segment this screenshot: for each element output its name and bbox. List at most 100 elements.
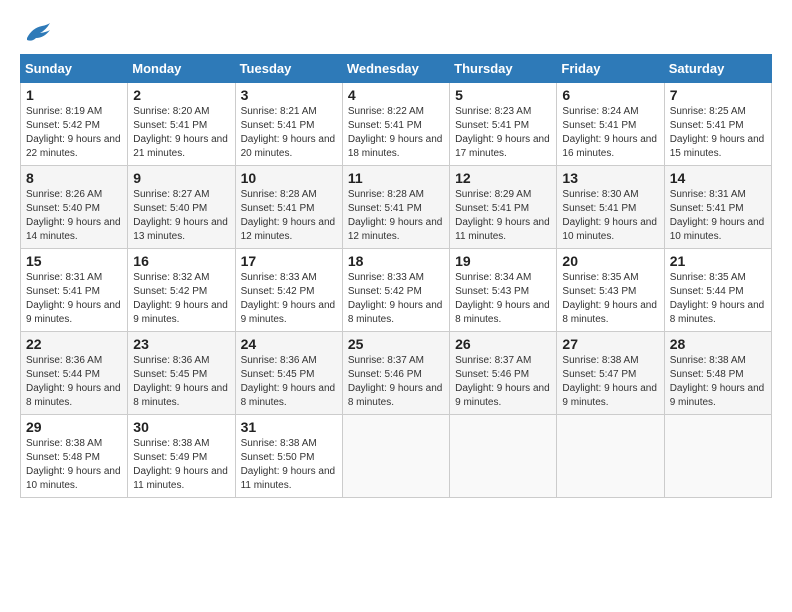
day-info: Sunrise: 8:24 AMSunset: 5:41 PMDaylight:…: [562, 106, 657, 159]
week-row-5: 29 Sunrise: 8:38 AMSunset: 5:48 PMDaylig…: [21, 415, 772, 498]
calendar-cell: 29 Sunrise: 8:38 AMSunset: 5:48 PMDaylig…: [21, 415, 128, 498]
day-number: 3: [241, 87, 337, 103]
day-info: Sunrise: 8:30 AMSunset: 5:41 PMDaylight:…: [562, 189, 657, 242]
col-header-saturday: Saturday: [664, 55, 771, 83]
day-number: 12: [455, 170, 551, 186]
week-row-2: 8 Sunrise: 8:26 AMSunset: 5:40 PMDayligh…: [21, 166, 772, 249]
day-number: 4: [348, 87, 444, 103]
day-info: Sunrise: 8:28 AMSunset: 5:41 PMDaylight:…: [348, 189, 443, 242]
calendar-cell: 9 Sunrise: 8:27 AMSunset: 5:40 PMDayligh…: [128, 166, 235, 249]
header: [20, 20, 772, 44]
day-info: Sunrise: 8:23 AMSunset: 5:41 PMDaylight:…: [455, 106, 550, 159]
calendar-cell: 3 Sunrise: 8:21 AMSunset: 5:41 PMDayligh…: [235, 83, 342, 166]
day-number: 5: [455, 87, 551, 103]
day-number: 16: [133, 253, 229, 269]
day-number: 17: [241, 253, 337, 269]
week-row-1: 1 Sunrise: 8:19 AMSunset: 5:42 PMDayligh…: [21, 83, 772, 166]
day-number: 13: [562, 170, 658, 186]
col-header-monday: Monday: [128, 55, 235, 83]
day-number: 26: [455, 336, 551, 352]
day-info: Sunrise: 8:27 AMSunset: 5:40 PMDaylight:…: [133, 189, 228, 242]
calendar-cell: 26 Sunrise: 8:37 AMSunset: 5:46 PMDaylig…: [450, 332, 557, 415]
day-number: 19: [455, 253, 551, 269]
calendar-cell: 13 Sunrise: 8:30 AMSunset: 5:41 PMDaylig…: [557, 166, 664, 249]
day-info: Sunrise: 8:21 AMSunset: 5:41 PMDaylight:…: [241, 106, 336, 159]
calendar-cell: 12 Sunrise: 8:29 AMSunset: 5:41 PMDaylig…: [450, 166, 557, 249]
calendar-cell: 2 Sunrise: 8:20 AMSunset: 5:41 PMDayligh…: [128, 83, 235, 166]
day-number: 27: [562, 336, 658, 352]
calendar-cell: 31 Sunrise: 8:38 AMSunset: 5:50 PMDaylig…: [235, 415, 342, 498]
calendar-cell: 25 Sunrise: 8:37 AMSunset: 5:46 PMDaylig…: [342, 332, 449, 415]
day-number: 2: [133, 87, 229, 103]
day-info: Sunrise: 8:29 AMSunset: 5:41 PMDaylight:…: [455, 189, 550, 242]
day-info: Sunrise: 8:34 AMSunset: 5:43 PMDaylight:…: [455, 272, 550, 325]
day-info: Sunrise: 8:31 AMSunset: 5:41 PMDaylight:…: [670, 189, 765, 242]
logo-bird-icon: [22, 20, 52, 44]
day-number: 10: [241, 170, 337, 186]
calendar-cell: 27 Sunrise: 8:38 AMSunset: 5:47 PMDaylig…: [557, 332, 664, 415]
calendar-cell: [342, 415, 449, 498]
day-number: 23: [133, 336, 229, 352]
day-number: 30: [133, 419, 229, 435]
day-number: 15: [26, 253, 122, 269]
day-number: 6: [562, 87, 658, 103]
day-info: Sunrise: 8:26 AMSunset: 5:40 PMDaylight:…: [26, 189, 121, 242]
day-info: Sunrise: 8:38 AMSunset: 5:48 PMDaylight:…: [670, 355, 765, 408]
day-info: Sunrise: 8:38 AMSunset: 5:47 PMDaylight:…: [562, 355, 657, 408]
calendar-cell: 20 Sunrise: 8:35 AMSunset: 5:43 PMDaylig…: [557, 249, 664, 332]
calendar-cell: 5 Sunrise: 8:23 AMSunset: 5:41 PMDayligh…: [450, 83, 557, 166]
calendar-cell: 30 Sunrise: 8:38 AMSunset: 5:49 PMDaylig…: [128, 415, 235, 498]
calendar-cell: 24 Sunrise: 8:36 AMSunset: 5:45 PMDaylig…: [235, 332, 342, 415]
col-header-sunday: Sunday: [21, 55, 128, 83]
calendar-header-row: SundayMondayTuesdayWednesdayThursdayFrid…: [21, 55, 772, 83]
calendar-cell: 8 Sunrise: 8:26 AMSunset: 5:40 PMDayligh…: [21, 166, 128, 249]
day-number: 25: [348, 336, 444, 352]
calendar-cell: 6 Sunrise: 8:24 AMSunset: 5:41 PMDayligh…: [557, 83, 664, 166]
calendar-cell: [664, 415, 771, 498]
day-info: Sunrise: 8:32 AMSunset: 5:42 PMDaylight:…: [133, 272, 228, 325]
day-number: 22: [26, 336, 122, 352]
calendar-cell: 23 Sunrise: 8:36 AMSunset: 5:45 PMDaylig…: [128, 332, 235, 415]
day-number: 21: [670, 253, 766, 269]
day-info: Sunrise: 8:28 AMSunset: 5:41 PMDaylight:…: [241, 189, 336, 242]
calendar-cell: 21 Sunrise: 8:35 AMSunset: 5:44 PMDaylig…: [664, 249, 771, 332]
calendar-cell: 1 Sunrise: 8:19 AMSunset: 5:42 PMDayligh…: [21, 83, 128, 166]
day-info: Sunrise: 8:36 AMSunset: 5:45 PMDaylight:…: [241, 355, 336, 408]
calendar-cell: [450, 415, 557, 498]
day-info: Sunrise: 8:33 AMSunset: 5:42 PMDaylight:…: [348, 272, 443, 325]
day-number: 8: [26, 170, 122, 186]
day-number: 9: [133, 170, 229, 186]
day-info: Sunrise: 8:38 AMSunset: 5:49 PMDaylight:…: [133, 438, 228, 491]
calendar-cell: 11 Sunrise: 8:28 AMSunset: 5:41 PMDaylig…: [342, 166, 449, 249]
calendar-cell: 14 Sunrise: 8:31 AMSunset: 5:41 PMDaylig…: [664, 166, 771, 249]
day-info: Sunrise: 8:35 AMSunset: 5:44 PMDaylight:…: [670, 272, 765, 325]
day-info: Sunrise: 8:36 AMSunset: 5:44 PMDaylight:…: [26, 355, 121, 408]
day-number: 1: [26, 87, 122, 103]
day-number: 14: [670, 170, 766, 186]
day-info: Sunrise: 8:38 AMSunset: 5:50 PMDaylight:…: [241, 438, 336, 491]
week-row-4: 22 Sunrise: 8:36 AMSunset: 5:44 PMDaylig…: [21, 332, 772, 415]
day-number: 29: [26, 419, 122, 435]
day-info: Sunrise: 8:35 AMSunset: 5:43 PMDaylight:…: [562, 272, 657, 325]
day-info: Sunrise: 8:25 AMSunset: 5:41 PMDaylight:…: [670, 106, 765, 159]
day-info: Sunrise: 8:31 AMSunset: 5:41 PMDaylight:…: [26, 272, 121, 325]
calendar-table: SundayMondayTuesdayWednesdayThursdayFrid…: [20, 54, 772, 498]
day-number: 20: [562, 253, 658, 269]
calendar-cell: 15 Sunrise: 8:31 AMSunset: 5:41 PMDaylig…: [21, 249, 128, 332]
logo: [20, 20, 52, 44]
calendar-cell: 17 Sunrise: 8:33 AMSunset: 5:42 PMDaylig…: [235, 249, 342, 332]
calendar-cell: 7 Sunrise: 8:25 AMSunset: 5:41 PMDayligh…: [664, 83, 771, 166]
day-number: 18: [348, 253, 444, 269]
calendar-cell: 18 Sunrise: 8:33 AMSunset: 5:42 PMDaylig…: [342, 249, 449, 332]
day-info: Sunrise: 8:20 AMSunset: 5:41 PMDaylight:…: [133, 106, 228, 159]
day-number: 7: [670, 87, 766, 103]
day-info: Sunrise: 8:33 AMSunset: 5:42 PMDaylight:…: [241, 272, 336, 325]
day-number: 31: [241, 419, 337, 435]
day-number: 28: [670, 336, 766, 352]
calendar-cell: 19 Sunrise: 8:34 AMSunset: 5:43 PMDaylig…: [450, 249, 557, 332]
calendar-cell: 4 Sunrise: 8:22 AMSunset: 5:41 PMDayligh…: [342, 83, 449, 166]
calendar-cell: 16 Sunrise: 8:32 AMSunset: 5:42 PMDaylig…: [128, 249, 235, 332]
day-number: 24: [241, 336, 337, 352]
day-info: Sunrise: 8:19 AMSunset: 5:42 PMDaylight:…: [26, 106, 121, 159]
col-header-wednesday: Wednesday: [342, 55, 449, 83]
